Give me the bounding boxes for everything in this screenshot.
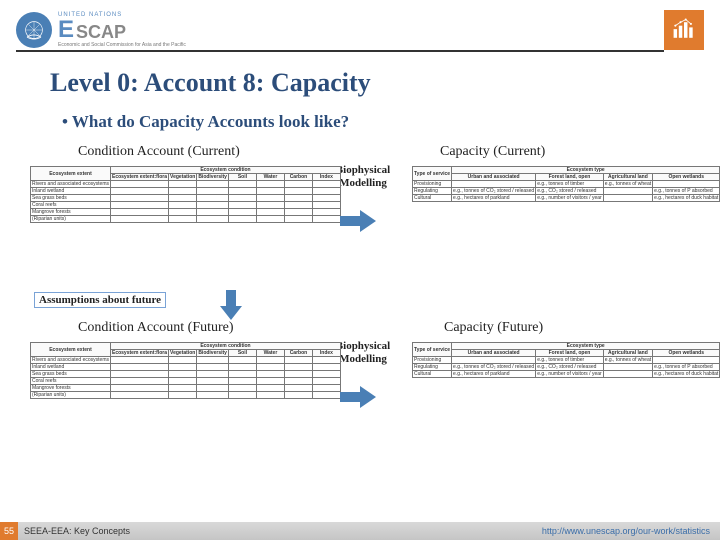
- logo-subtitle: Economic and Social Commission for Asia …: [58, 42, 186, 48]
- slide-footer: 55 SEEA-EEA: Key Concepts http://www.une…: [0, 522, 720, 540]
- label-capacity-future: Capacity (Future): [444, 320, 543, 336]
- arrow-right-1: [340, 210, 376, 232]
- footer-url: http://www.unescap.org/our-work/statisti…: [542, 526, 710, 536]
- label-assumptions: Assumptions about future: [34, 292, 166, 308]
- escap-logo: UNITED NATIONS E SCAP Economic and Socia…: [16, 12, 186, 48]
- condition-table-current: Ecosystem extentEcosystem conditionEcosy…: [30, 166, 341, 223]
- label-condition-current: Condition Account (Current): [78, 144, 240, 160]
- arrow-down: [220, 290, 242, 320]
- stats-icon: [664, 10, 704, 50]
- un-emblem-icon: [16, 12, 52, 48]
- label-condition-future: Condition Account (Future): [78, 320, 234, 336]
- escap-rest: SCAP: [76, 23, 126, 41]
- escap-e: E: [58, 18, 74, 42]
- slide-content: Level 0: Account 8: Capacity What do Cap…: [0, 52, 720, 480]
- bullet-question: What do Capacity Accounts look like?: [62, 112, 692, 132]
- condition-table-future: Ecosystem extentEcosystem conditionEcosy…: [30, 342, 341, 399]
- footer-left: SEEA-EEA: Key Concepts: [24, 526, 130, 536]
- page-number: 55: [0, 522, 18, 540]
- capacity-table-future: Type of serviceEcosystem typeUrban and a…: [412, 342, 720, 378]
- capacity-table-current: Type of serviceEcosystem typeUrban and a…: [412, 166, 720, 202]
- diagram-area: Condition Account (Current) Capacity (Cu…: [40, 140, 692, 480]
- slide-header: UNITED NATIONS E SCAP Economic and Socia…: [0, 0, 720, 52]
- header-rule: [16, 50, 664, 52]
- page-title: Level 0: Account 8: Capacity: [50, 68, 692, 98]
- arrow-right-2: [340, 386, 376, 408]
- label-capacity-current: Capacity (Current): [440, 144, 545, 160]
- logo-text: UNITED NATIONS E SCAP Economic and Socia…: [58, 12, 186, 48]
